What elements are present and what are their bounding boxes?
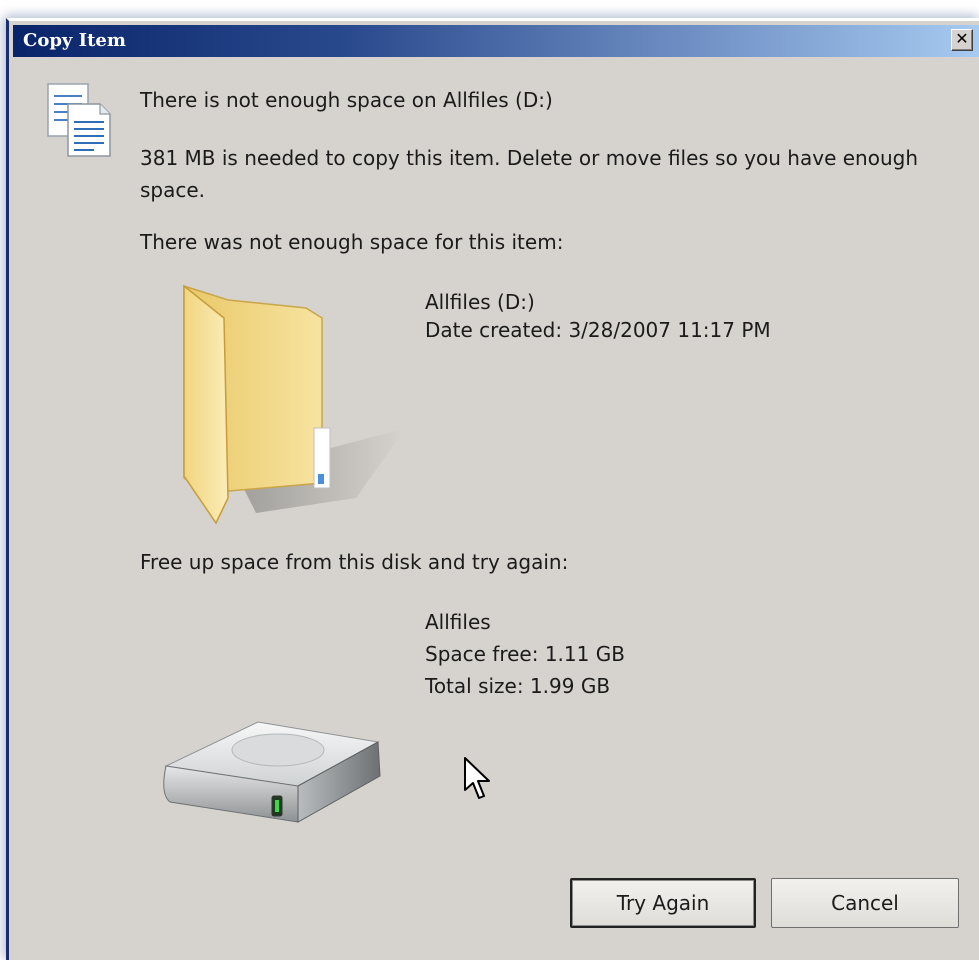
item-date-created: Date created: 3/28/2007 11:17 PM: [425, 318, 771, 342]
cancel-button[interactable]: Cancel: [771, 878, 959, 928]
folder-icon[interactable]: [176, 278, 406, 528]
dialog-heading: There is not enough space on Allfiles (D…: [140, 88, 553, 112]
section-disk-label: Free up space from this disk and try aga…: [140, 550, 569, 574]
close-button[interactable]: ✕: [951, 29, 973, 51]
section-item-label: There was not enough space for this item…: [140, 230, 564, 254]
try-again-button[interactable]: Try Again: [570, 878, 756, 928]
hard-drive-icon[interactable]: [158, 714, 394, 832]
mouse-pointer-icon: [464, 757, 490, 799]
disk-total-size: Total size: 1.99 GB: [425, 674, 611, 698]
disk-name: Allfiles: [425, 610, 491, 634]
close-icon: ✕: [955, 29, 969, 48]
disk-space-free: Space free: 1.11 GB: [425, 642, 625, 666]
copy-documents-icon: [47, 83, 111, 157]
title-bar[interactable]: Copy Item ✕: [13, 25, 979, 57]
window-title: Copy Item: [23, 30, 126, 51]
dialog-detail: 381 MB is needed to copy this item. Dele…: [140, 146, 918, 202]
copy-item-dialog-window: Copy Item ✕ There is not enough space on…: [0, 0, 979, 960]
